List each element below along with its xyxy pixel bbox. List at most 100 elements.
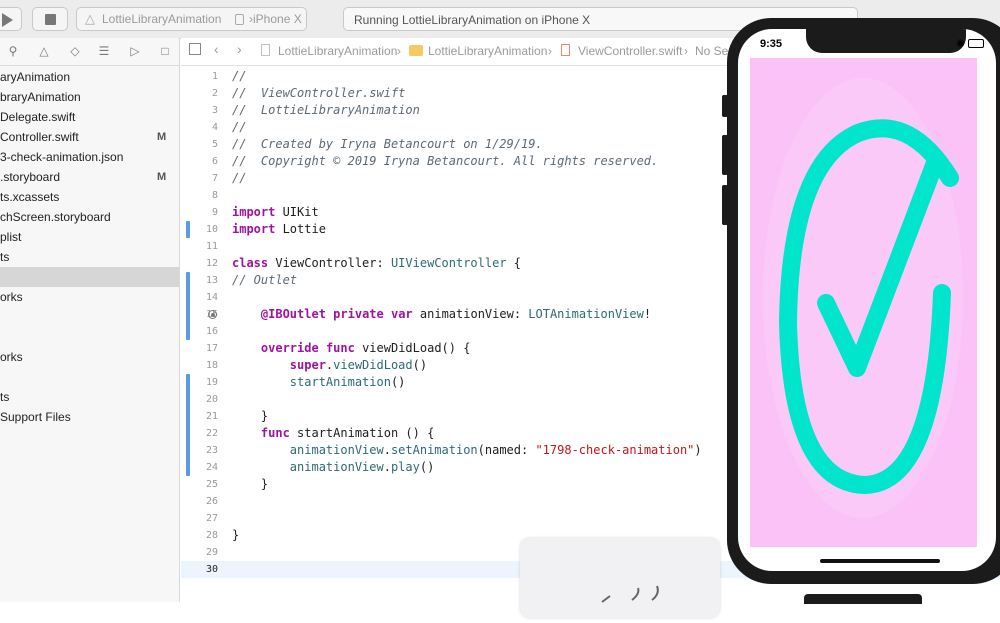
stop-button[interactable] bbox=[32, 7, 68, 31]
code-token: // ViewController.swift bbox=[232, 86, 406, 100]
status-text: Running LottieLibraryAnimation on iPhone… bbox=[354, 13, 591, 27]
line-number: 11 bbox=[205, 241, 218, 252]
project-navigator: ⚲ △ ◇ ☰ ▷ □ aryAnimation braryAnimation De… bbox=[0, 38, 180, 602]
forward-icon[interactable]: › bbox=[237, 41, 242, 57]
file-list-item[interactable]: orks bbox=[0, 347, 179, 367]
code-token: var bbox=[390, 307, 413, 321]
related-items-icon[interactable] bbox=[189, 43, 201, 55]
status-time: 9:35 bbox=[760, 38, 783, 50]
find-icon[interactable]: ⚲ bbox=[6, 44, 20, 58]
breakpoint-icon[interactable]: ▷ bbox=[128, 44, 142, 58]
line-number: 9 bbox=[211, 207, 218, 218]
code-token: () bbox=[419, 460, 435, 474]
file-list-item[interactable]: ts bbox=[0, 247, 179, 267]
line-number: 8 bbox=[211, 190, 218, 201]
line-number: 29 bbox=[205, 547, 218, 558]
report-icon[interactable]: □ bbox=[158, 44, 172, 58]
home-indicator bbox=[820, 559, 940, 563]
outlet-connection-icon[interactable] bbox=[208, 310, 217, 319]
file-list-item-label: ts.xcassets bbox=[0, 190, 60, 204]
run-button[interactable] bbox=[0, 7, 22, 31]
code-text: super.viewDidLoad() bbox=[232, 357, 427, 374]
code-text: // LottieLibraryAnimation bbox=[232, 102, 420, 119]
code-token: UIViewController bbox=[390, 256, 507, 270]
back-icon[interactable]: ‹ bbox=[214, 41, 219, 57]
file-list-item[interactable] bbox=[0, 307, 179, 327]
code-token: } bbox=[232, 409, 269, 423]
file-list-item[interactable]: braryAnimation bbox=[0, 87, 179, 107]
file-list-item[interactable]: ts.xcassets bbox=[0, 187, 179, 207]
scm-status-badge: M bbox=[157, 171, 167, 183]
iphone-simulator: 9:35 ◉ bbox=[727, 18, 1000, 584]
code-text: } bbox=[232, 476, 268, 493]
code-text: // bbox=[232, 119, 246, 136]
code-text: class ViewController: UIViewController { bbox=[232, 255, 521, 272]
file-list-item[interactable]: Delegate.swift bbox=[0, 107, 179, 127]
debug-icon[interactable]: ☰ bbox=[97, 44, 111, 58]
file-list-item[interactable]: 3-check-animation.json bbox=[0, 147, 179, 167]
breadcrumb-group[interactable]: LottieLibraryAnimation bbox=[428, 44, 547, 58]
file-list-item[interactable]: .storyboard M bbox=[0, 167, 179, 187]
file-list-item-label: braryAnimation bbox=[0, 90, 81, 104]
code-token: // bbox=[232, 171, 247, 185]
popup-glyph-icon bbox=[601, 585, 659, 603]
code-text: import UIKit bbox=[232, 204, 319, 221]
file-list-item[interactable] bbox=[0, 367, 179, 387]
code-token: // LottieLibraryAnimation bbox=[232, 103, 420, 117]
code-token: () bbox=[412, 358, 428, 372]
code-text: @IBOutlet private var animationView: LOT… bbox=[232, 306, 651, 323]
file-list-item[interactable]: plist bbox=[0, 227, 179, 247]
breadcrumb-project[interactable]: LottieLibraryAnimation bbox=[278, 44, 397, 58]
line-number: 20 bbox=[205, 394, 218, 405]
file-list-item[interactable]: aryAnimation bbox=[0, 67, 179, 87]
file-list-item-label: 3-check-animation.json bbox=[0, 150, 124, 164]
code-token: ) bbox=[694, 443, 702, 457]
code-token: ViewController: bbox=[268, 256, 391, 270]
breadcrumb-selection[interactable]: No Se bbox=[695, 44, 728, 58]
code-text: } bbox=[232, 527, 239, 544]
code-token: (named: bbox=[477, 443, 536, 457]
line-number: 18 bbox=[205, 360, 218, 371]
file-list-item[interactable] bbox=[0, 327, 179, 347]
file-list-item[interactable]: chScreen.storyboard bbox=[0, 207, 179, 227]
code-token: startAnimation () { bbox=[289, 426, 435, 440]
code-text: func startAnimation () { bbox=[232, 425, 434, 442]
scheme-selector[interactable]: △ LottieLibraryAnimation › iPhone X bbox=[76, 7, 307, 31]
code-text: // Created by Iryna Betancourt on 1/29/1… bbox=[232, 136, 543, 153]
file-list-item[interactable]: orks bbox=[0, 287, 179, 307]
code-token: viewDidLoad bbox=[333, 358, 413, 372]
file-list-item[interactable]: Controller.swift M bbox=[0, 127, 179, 147]
file-list-item[interactable]: Support Files bbox=[0, 407, 179, 427]
line-number: 14 bbox=[205, 292, 218, 303]
line-number: 4 bbox=[211, 122, 218, 133]
code-text: animationView.setAnimation(named: "1798-… bbox=[232, 442, 702, 459]
file-list-item[interactable]: ts bbox=[0, 387, 179, 407]
file-list-item-label: Delegate.swift bbox=[0, 110, 76, 124]
code-token: "1798-check-animation" bbox=[535, 443, 695, 457]
code-token: // bbox=[232, 120, 247, 134]
code-token: . bbox=[383, 460, 391, 474]
file-list-item-label: aryAnimation bbox=[0, 70, 71, 84]
code-token: import bbox=[232, 205, 276, 219]
file-list-item[interactable] bbox=[0, 267, 179, 287]
issue-icon[interactable]: △ bbox=[37, 44, 51, 58]
line-number: 1 bbox=[211, 71, 218, 82]
code-token: // Outlet bbox=[232, 273, 298, 287]
test-icon[interactable]: ◇ bbox=[68, 44, 82, 58]
notification-popup bbox=[520, 538, 720, 618]
scheme-target-label: LottieLibraryAnimation bbox=[102, 12, 222, 26]
breadcrumb-file[interactable]: ViewController.swift bbox=[578, 44, 682, 58]
simulator-screen[interactable]: 9:35 ◉ bbox=[738, 29, 996, 571]
code-text: animationView.play() bbox=[232, 459, 435, 476]
lottie-animation-view bbox=[750, 58, 977, 547]
line-number: 3 bbox=[211, 105, 218, 116]
app-target-icon: △ bbox=[85, 11, 95, 26]
code-token: import bbox=[232, 222, 276, 236]
file-list-item-label: plist bbox=[0, 230, 22, 244]
code-token: setAnimation bbox=[390, 443, 478, 457]
wifi-icon: ◉ bbox=[956, 38, 965, 49]
project-icon bbox=[261, 44, 270, 56]
line-number: 28 bbox=[205, 530, 218, 541]
